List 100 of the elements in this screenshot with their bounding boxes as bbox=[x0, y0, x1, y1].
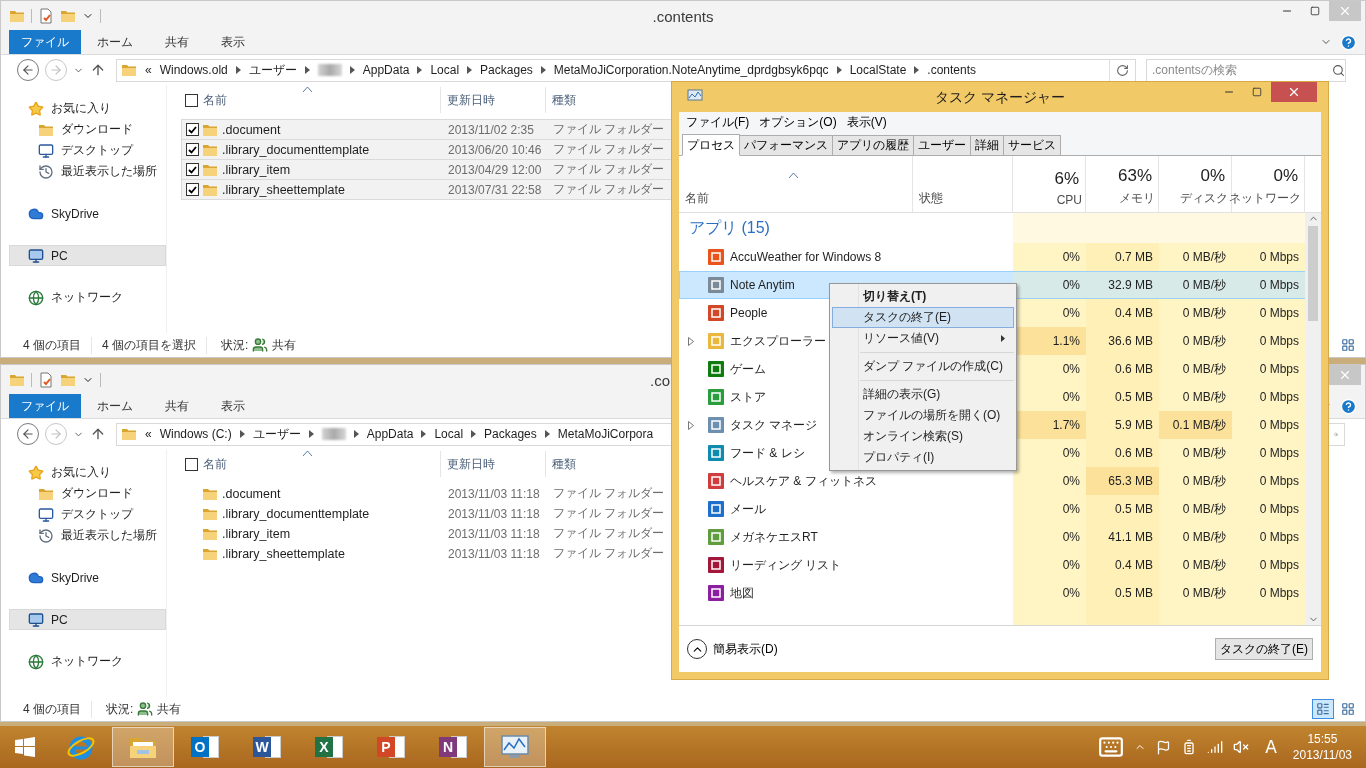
metric-cell: 0 Mbps bbox=[1232, 439, 1305, 467]
metric-cell: 0 MB/秒 bbox=[1159, 551, 1232, 579]
metric-cell: 0 MB/秒 bbox=[1159, 579, 1232, 607]
process-name: ストア bbox=[730, 388, 766, 406]
status-value: 共有 bbox=[157, 700, 182, 718]
file-type: ファイル フォルダー bbox=[552, 525, 665, 542]
metric-cell: 36.6 MB bbox=[1086, 327, 1159, 355]
metric-cell: 0.4 MB bbox=[1086, 299, 1159, 327]
process-name: Note Anytim bbox=[730, 278, 795, 292]
metric-cell: 32.9 MB bbox=[1086, 271, 1159, 299]
process-name: ゲーム bbox=[730, 360, 766, 378]
metric-cell: 0% bbox=[1013, 495, 1086, 523]
metric-cell: 0 Mbps bbox=[1232, 551, 1305, 579]
window-title: .co bbox=[650, 371, 670, 389]
metric-cell: 0.6 MB bbox=[1086, 355, 1159, 383]
status-text: 4 個の項目 bbox=[23, 336, 92, 354]
metric-cell: 0 MB/秒 bbox=[1159, 299, 1232, 327]
metric-cell: 0 MB/秒 bbox=[1159, 439, 1232, 467]
process-name: People bbox=[730, 306, 768, 320]
metric-cell: 0 Mbps bbox=[1232, 495, 1305, 523]
file-date: 2013/11/02 2:35 bbox=[447, 122, 535, 137]
file-name: .library_item bbox=[222, 526, 292, 541]
process-name: タスク マネージ bbox=[730, 416, 818, 434]
metric-label: ディスク bbox=[1180, 190, 1228, 207]
file-type: ファイル フォルダー bbox=[552, 545, 665, 562]
process-name: メール bbox=[730, 500, 766, 518]
file-name: .library_documenttemplate bbox=[222, 142, 371, 157]
file-type: ファイル フォルダー bbox=[552, 161, 665, 178]
file-type: ファイル フォルダー bbox=[552, 141, 665, 158]
metric-label: CPU bbox=[1056, 193, 1082, 207]
metric-cell: 0% bbox=[1013, 523, 1086, 551]
file-name: .library_documenttemplate bbox=[222, 506, 371, 521]
metric-cell: 5.9 MB bbox=[1086, 411, 1159, 439]
process-name: フード & レシ bbox=[730, 444, 805, 462]
metric-cell: 65.3 MB bbox=[1086, 467, 1159, 495]
metric-cell: 0 Mbps bbox=[1232, 467, 1305, 495]
status-value: 共有 bbox=[272, 336, 297, 354]
metric-percent: 0% bbox=[1273, 166, 1298, 186]
window-title: タスク マネージャー bbox=[935, 88, 1065, 107]
metric-cell: 0.7 MB bbox=[1086, 243, 1159, 271]
metric-cell: 0.5 MB bbox=[1086, 383, 1159, 411]
metric-cell: 0% bbox=[1013, 243, 1086, 271]
metric-cell: 0 MB/秒 bbox=[1159, 271, 1232, 299]
metric-cell: 0 MB/秒 bbox=[1159, 495, 1232, 523]
metric-label: メモリ bbox=[1119, 190, 1155, 207]
metric-cell: 0.6 MB bbox=[1086, 439, 1159, 467]
process-name: メガネケエスRT bbox=[730, 528, 818, 546]
metric-cell: 0 MB/秒 bbox=[1159, 355, 1232, 383]
status-label: 状況: bbox=[221, 336, 249, 354]
status-text: 4 個の項目 bbox=[23, 700, 92, 718]
metric-cell: 0 MB/秒 bbox=[1159, 243, 1232, 271]
process-name: リーディング リスト bbox=[730, 556, 842, 574]
metric-cell: 0.4 MB bbox=[1086, 551, 1159, 579]
file-name: .library_sheettemplate bbox=[222, 182, 346, 197]
metric-cell: 0.1 MB/秒 bbox=[1159, 411, 1232, 439]
file-name: .library_item bbox=[222, 162, 292, 177]
file-type: ファイル フォルダー bbox=[552, 485, 665, 502]
metric-cell: 0% bbox=[1013, 271, 1086, 299]
metric-percent: 6% bbox=[1054, 169, 1079, 189]
file-date: 2013/11/03 11:18 bbox=[447, 486, 541, 501]
metric-cell: 0.5 MB bbox=[1086, 495, 1159, 523]
metric-cell: 0 Mbps bbox=[1232, 355, 1305, 383]
metric-cell: 0 MB/秒 bbox=[1159, 383, 1232, 411]
file-name: .document bbox=[222, 486, 282, 501]
file-type: ファイル フォルダー bbox=[552, 121, 665, 138]
file-date: 2013/11/03 11:18 bbox=[447, 546, 541, 561]
metric-cell: 0 MB/秒 bbox=[1159, 467, 1232, 495]
process-name: ヘルスケア & フィットネス bbox=[730, 472, 877, 490]
process-name: AccuWeather for Windows 8 bbox=[730, 250, 882, 264]
metric-cell: 0 MB/秒 bbox=[1159, 327, 1232, 355]
metric-cell: 0 Mbps bbox=[1232, 327, 1305, 355]
metric-percent: 63% bbox=[1117, 166, 1152, 186]
file-date: 2013/07/31 22:58 bbox=[447, 182, 543, 197]
metric-cell: 0 Mbps bbox=[1232, 271, 1305, 299]
metric-cell: 0 Mbps bbox=[1232, 383, 1305, 411]
metric-percent: 0% bbox=[1200, 166, 1225, 186]
metric-cell: 0 Mbps bbox=[1232, 579, 1305, 607]
file-date: 2013/04/29 12:00 bbox=[447, 162, 543, 177]
metric-label: ネットワーク bbox=[1229, 190, 1301, 207]
metric-cell: 0 MB/秒 bbox=[1159, 523, 1232, 551]
process-name: 地図 bbox=[730, 584, 754, 602]
process-name: エクスプローラー bbox=[730, 332, 826, 350]
metric-cell: 0 Mbps bbox=[1232, 299, 1305, 327]
status-label: 状況: bbox=[106, 700, 134, 718]
file-date: 2013/11/03 11:18 bbox=[447, 506, 541, 521]
group-header: アプリ (15) bbox=[688, 217, 771, 238]
file-type: ファイル フォルダー bbox=[552, 505, 665, 522]
metric-cell: 0% bbox=[1013, 579, 1086, 607]
file-name: .document bbox=[222, 122, 282, 137]
metric-cell: 0 Mbps bbox=[1232, 411, 1305, 439]
file-name: .library_sheettemplate bbox=[222, 546, 346, 561]
metric-cell: 0% bbox=[1013, 551, 1086, 579]
metric-cell: 0% bbox=[1013, 467, 1086, 495]
file-type: ファイル フォルダー bbox=[552, 181, 665, 198]
status-text: 4 個の項目を選択 bbox=[102, 336, 208, 354]
file-date: 2013/11/03 11:18 bbox=[447, 526, 541, 541]
metric-cell: 0 Mbps bbox=[1232, 523, 1305, 551]
metric-cell: 41.1 MB bbox=[1086, 523, 1159, 551]
metric-cell: 0 Mbps bbox=[1232, 243, 1305, 271]
window-title: .contents bbox=[652, 7, 714, 25]
